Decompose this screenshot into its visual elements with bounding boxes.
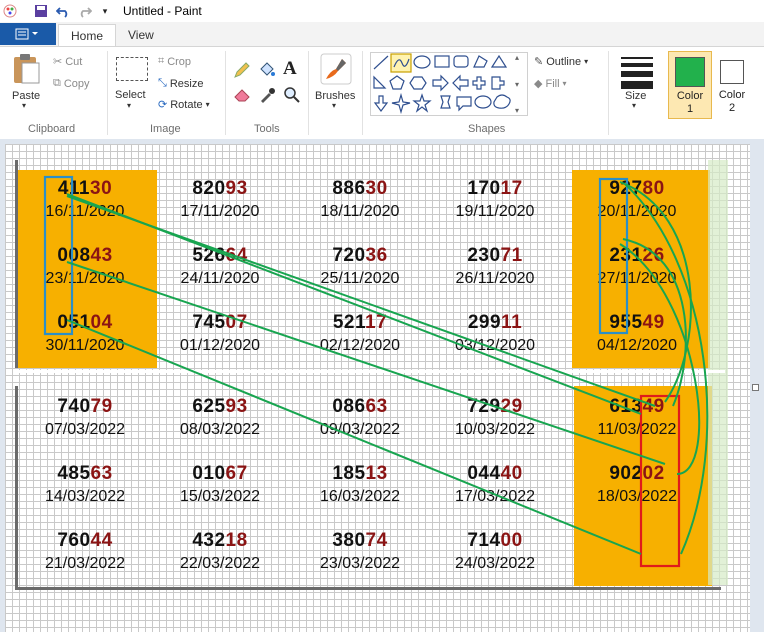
text-tool-icon[interactable]: A (283, 58, 297, 80)
rotate-dropdown-icon: ▾ (205, 100, 210, 109)
divider (308, 51, 309, 135)
save-icon[interactable] (33, 3, 49, 19)
color2-label: Color (718, 89, 746, 101)
fill-button[interactable]: ◆ Fill ▾ (534, 77, 567, 91)
size-dropdown-icon[interactable]: ▾ (632, 101, 636, 110)
color2-swatch (720, 60, 744, 84)
rotate-button[interactable]: ⟳ Rotate ▾ (158, 98, 210, 112)
color2-button[interactable]: Color 2 (713, 51, 751, 117)
color-picker-icon[interactable] (258, 87, 276, 106)
fill-dropdown-icon: ▾ (562, 79, 567, 88)
paste-button[interactable]: Paste (12, 90, 40, 102)
copy-icon: ⧉ (53, 77, 61, 89)
outline-brush-icon: ✎ (534, 56, 544, 68)
file-menu-button[interactable] (0, 23, 56, 45)
tab-home[interactable]: Home (58, 24, 117, 47)
brush-icon[interactable] (320, 53, 352, 88)
tools-group-label: Tools (254, 123, 280, 135)
copy-label: Copy (63, 77, 90, 90)
green-curve-3 (624, 183, 709, 555)
green-line-2 (66, 261, 666, 465)
crop-icon: ⌗ (158, 55, 165, 67)
green-curve-4 (619, 243, 701, 475)
cut-label: Cut (65, 55, 83, 68)
clipboard-group-label: Clipboard (28, 123, 76, 135)
color1-number: 1 (686, 103, 694, 115)
customize-quick-access-icon[interactable]: ▾ (97, 3, 113, 19)
select-button[interactable]: Select (115, 89, 146, 101)
rotate-icon: ⟳ (158, 99, 168, 111)
scroll-up-icon[interactable]: ▴ (515, 53, 525, 62)
shapes-gallery[interactable] (370, 52, 528, 116)
rotate-label: Rotate (170, 98, 203, 111)
green-line-3 (66, 319, 642, 555)
color1-label: Color (676, 90, 704, 102)
redo-icon[interactable] (77, 3, 93, 19)
image-group-label: Image (150, 123, 181, 135)
annotation-overlay (43, 175, 709, 568)
title-bar: ▾ Untitled - Paint (0, 0, 764, 23)
size-icon[interactable] (621, 57, 653, 89)
drawing-canvas[interactable]: 41130 16/11/2020 82093 17/11/2020 88630 18/11… (5, 144, 750, 632)
undo-icon[interactable] (55, 3, 71, 19)
shapes-scroll[interactable]: ▴ ▾ ▾ (515, 53, 525, 115)
divider (608, 51, 609, 135)
divider (362, 51, 363, 135)
blue-box-left (43, 175, 74, 336)
outline-button[interactable]: ✎ Outline ▾ (534, 55, 589, 69)
paste-dropdown-icon[interactable]: ▾ (22, 101, 26, 110)
divider (107, 51, 108, 135)
canvas-resize-handle-right[interactable] (752, 384, 759, 391)
resize-label: Resize (169, 77, 204, 90)
tab-view[interactable]: View (116, 24, 166, 46)
paint-app-icon (2, 3, 18, 19)
scissors-icon: ✂ (53, 56, 63, 68)
blue-box-right (598, 177, 629, 335)
fill-icon: ◆ (534, 78, 543, 90)
shapes-group-label: Shapes (468, 123, 506, 135)
select-dropdown-icon[interactable]: ▾ (127, 101, 131, 110)
window-title: Untitled - Paint (123, 4, 202, 18)
resize-button[interactable]: ⤡ Resize (158, 77, 203, 90)
crop-label: Crop (167, 55, 192, 68)
pencil-icon[interactable] (233, 61, 251, 82)
eraser-icon[interactable] (233, 87, 251, 106)
outline-label: Outline (546, 55, 582, 68)
crop-button[interactable]: ⌗ Crop (158, 55, 191, 68)
outline-dropdown-icon: ▾ (584, 57, 589, 66)
divider (225, 51, 226, 135)
scroll-down-icon[interactable]: ▾ (515, 80, 525, 89)
color2-number: 2 (728, 102, 736, 114)
ribbon: Paste ▾ ✂ Cut ⧉ Copy Clipboard Select ▾ … (0, 46, 764, 140)
green-line-4 (66, 193, 642, 415)
fill-bucket-icon[interactable] (258, 61, 276, 82)
brushes-dropdown-icon[interactable]: ▾ (332, 101, 336, 110)
copy-button[interactable]: ⧉ Copy (53, 77, 90, 90)
select-icon[interactable] (116, 57, 148, 81)
color1-swatch (675, 57, 705, 87)
expand-gallery-icon[interactable]: ▾ (515, 106, 525, 115)
magnifier-icon[interactable] (283, 87, 301, 106)
color1-button[interactable]: Color 1 (668, 51, 712, 119)
green-curve-1 (619, 181, 692, 403)
paste-icon[interactable] (12, 53, 42, 88)
fill-label: Fill (545, 77, 560, 90)
resize-icon: ⤡ (158, 77, 167, 89)
cut-button[interactable]: ✂ Cut (53, 55, 83, 69)
red-box (639, 394, 681, 568)
shapes-icons (373, 53, 511, 115)
